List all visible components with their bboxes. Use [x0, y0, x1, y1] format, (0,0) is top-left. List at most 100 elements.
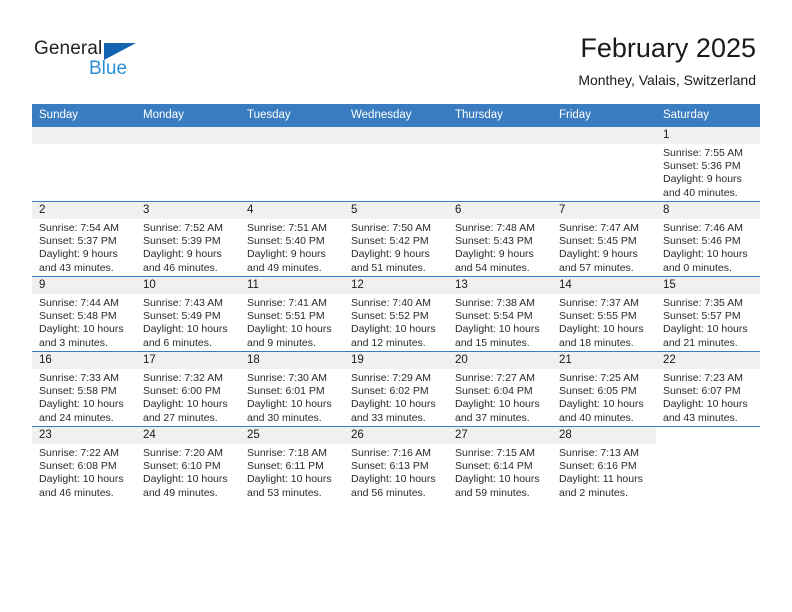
day-number: 13 — [448, 277, 552, 294]
calendar-week-row: 1 Sunrise: 7:55 AM Sunset: 5:36 PM Daylight… — [32, 127, 760, 202]
day-sunset-text: Sunset: 5:46 PM — [663, 235, 741, 248]
calendar-cell-empty — [344, 127, 448, 202]
day-sun-info: Sunrise: 7:38 AM Sunset: 5:54 PM Daylight:… — [448, 294, 552, 350]
calendar-week-row: 9 Sunrise: 7:44 AM Sunset: 5:48 PM Daylight… — [32, 276, 760, 352]
day-daylight-line-text: and 46 minutes. — [143, 261, 218, 274]
calendar-day-cell[interactable]: 21 Sunrise: 7:25 AM Sunset: 6:05 PM Dayligh… — [552, 351, 656, 427]
day-number: 23 — [32, 427, 136, 444]
day-sun-info: Sunrise: 7:55 AM Sunset: 5:36 PM Daylight:… — [656, 144, 760, 200]
calendar-day-cell[interactable]: 2 Sunrise: 7:54 AM Sunset: 5:37 PM Daylight… — [32, 201, 136, 277]
calendar-cell-empty — [136, 127, 240, 202]
day-number: 20 — [448, 352, 552, 369]
day-number: 19 — [344, 352, 448, 369]
day-number — [32, 127, 136, 144]
calendar-day-cell[interactable]: 17 Sunrise: 7:32 AM Sunset: 6:00 PM Dayligh… — [136, 351, 240, 427]
day-sun-info: Sunrise: 7:37 AM Sunset: 5:55 PM Daylight:… — [552, 294, 656, 350]
day-sunrise-text: Sunrise: 7:16 AM — [351, 447, 431, 459]
calendar-day-cell[interactable]: 4 Sunrise: 7:51 AM Sunset: 5:40 PM Daylight… — [240, 201, 344, 277]
day-sunrise-text: Sunrise: 7:35 AM — [663, 297, 743, 309]
calendar-day-cell[interactable]: 19 Sunrise: 7:29 AM Sunset: 6:02 PM Dayligh… — [344, 351, 448, 427]
calendar-cell-empty — [32, 127, 136, 202]
calendar-day-cell[interactable]: 9 Sunrise: 7:44 AM Sunset: 5:48 PM Daylight… — [32, 276, 136, 352]
day-number: 11 — [240, 277, 344, 294]
weekday-header-wednesday: Wednesday — [344, 104, 448, 127]
day-sunset-text: Sunset: 6:13 PM — [351, 460, 429, 473]
calendar-day-cell[interactable]: 11 Sunrise: 7:41 AM Sunset: 5:51 PM Dayligh… — [240, 276, 344, 352]
weekday-header-monday: Monday — [136, 104, 240, 127]
day-sunset-text: Sunset: 5:36 PM — [663, 160, 741, 173]
calendar-day-cell[interactable]: 14 Sunrise: 7:37 AM Sunset: 5:55 PM Dayligh… — [552, 276, 656, 352]
day-sun-info: Sunrise: 7:15 AM Sunset: 6:14 PM Daylight:… — [448, 444, 552, 500]
logo-text-blue: Blue — [89, 58, 128, 79]
calendar-day-cell[interactable]: 27 Sunrise: 7:15 AM Sunset: 6:14 PM Dayligh… — [448, 426, 552, 501]
day-daylight-line-text: and 51 minutes. — [351, 261, 426, 274]
day-number: 27 — [448, 427, 552, 444]
day-sunrise-text: Sunrise: 7:55 AM — [663, 147, 743, 159]
day-sun-info: Sunrise: 7:16 AM Sunset: 6:13 PM Daylight:… — [344, 444, 448, 500]
calendar-day-cell[interactable]: 10 Sunrise: 7:43 AM Sunset: 5:49 PM Dayligh… — [136, 276, 240, 352]
day-sunrise-text: Sunrise: 7:20 AM — [143, 447, 223, 459]
day-sunrise-text: Sunrise: 7:13 AM — [559, 447, 639, 459]
day-daylight-line-text: and 9 minutes. — [247, 336, 316, 349]
day-daylight-line-text: Daylight: 10 hours — [351, 398, 436, 411]
calendar-day-cell[interactable]: 1 Sunrise: 7:55 AM Sunset: 5:36 PM Daylight… — [656, 127, 760, 202]
calendar-day-cell[interactable]: 15 Sunrise: 7:35 AM Sunset: 5:57 PM Dayligh… — [656, 276, 760, 352]
calendar-day-cell[interactable]: 28 Sunrise: 7:13 AM Sunset: 6:16 PM Dayligh… — [552, 426, 656, 501]
day-sun-info: Sunrise: 7:13 AM Sunset: 6:16 PM Daylight:… — [552, 444, 656, 500]
day-sun-info: Sunrise: 7:23 AM Sunset: 6:07 PM Daylight:… — [656, 369, 760, 425]
calendar-day-cell[interactable]: 24 Sunrise: 7:20 AM Sunset: 6:10 PM Dayligh… — [136, 426, 240, 501]
day-daylight-line-text: Daylight: 9 hours — [143, 248, 222, 261]
calendar-day-cell[interactable]: 26 Sunrise: 7:16 AM Sunset: 6:13 PM Dayligh… — [344, 426, 448, 501]
day-sun-info: Sunrise: 7:32 AM Sunset: 6:00 PM Daylight:… — [136, 369, 240, 425]
day-sunrise-text: Sunrise: 7:48 AM — [455, 222, 535, 234]
day-number: 9 — [32, 277, 136, 294]
day-daylight-line-text: Daylight: 10 hours — [559, 398, 644, 411]
calendar-day-cell[interactable]: 6 Sunrise: 7:48 AM Sunset: 5:43 PM Daylight… — [448, 201, 552, 277]
day-daylight-line-text: Daylight: 10 hours — [143, 473, 228, 486]
day-sunrise-text: Sunrise: 7:51 AM — [247, 222, 327, 234]
day-sunrise-text: Sunrise: 7:54 AM — [39, 222, 119, 234]
calendar-day-cell[interactable]: 16 Sunrise: 7:33 AM Sunset: 5:58 PM Dayligh… — [32, 351, 136, 427]
day-sun-info: Sunrise: 7:46 AM Sunset: 5:46 PM Daylight:… — [656, 219, 760, 275]
day-daylight-line-text: and 43 minutes. — [39, 261, 114, 274]
day-number — [552, 127, 656, 144]
day-sun-info: Sunrise: 7:25 AM Sunset: 6:05 PM Daylight:… — [552, 369, 656, 425]
day-daylight-line-text: Daylight: 10 hours — [559, 323, 644, 336]
day-daylight-line-text: Daylight: 10 hours — [143, 323, 228, 336]
calendar-day-cell[interactable]: 3 Sunrise: 7:52 AM Sunset: 5:39 PM Daylight… — [136, 201, 240, 277]
day-sunset-text: Sunset: 5:43 PM — [455, 235, 533, 248]
day-sunrise-text: Sunrise: 7:23 AM — [663, 372, 743, 384]
day-number: 25 — [240, 427, 344, 444]
calendar-day-cell[interactable]: 25 Sunrise: 7:18 AM Sunset: 6:11 PM Dayligh… — [240, 426, 344, 501]
calendar-day-cell[interactable]: 12 Sunrise: 7:40 AM Sunset: 5:52 PM Dayligh… — [344, 276, 448, 352]
calendar-day-cell[interactable]: 5 Sunrise: 7:50 AM Sunset: 5:42 PM Daylight… — [344, 201, 448, 277]
day-sunset-text: Sunset: 6:08 PM — [39, 460, 117, 473]
day-number: 17 — [136, 352, 240, 369]
day-sunrise-text: Sunrise: 7:29 AM — [351, 372, 431, 384]
day-daylight-line-text: and 24 minutes. — [39, 411, 114, 424]
day-number — [136, 127, 240, 144]
day-daylight-line-text: and 0 minutes. — [663, 261, 732, 274]
calendar-day-cell[interactable]: 20 Sunrise: 7:27 AM Sunset: 6:04 PM Dayligh… — [448, 351, 552, 427]
day-number — [240, 127, 344, 144]
day-daylight-line-text: Daylight: 9 hours — [455, 248, 534, 261]
day-daylight-line-text: and 54 minutes. — [455, 261, 530, 274]
calendar-day-cell[interactable]: 23 Sunrise: 7:22 AM Sunset: 6:08 PM Dayligh… — [32, 426, 136, 501]
day-daylight-line-text: and 2 minutes. — [559, 486, 628, 499]
day-daylight-line-text: and 59 minutes. — [455, 486, 530, 499]
day-sunrise-text: Sunrise: 7:40 AM — [351, 297, 431, 309]
weekday-header-sunday: Sunday — [32, 104, 136, 127]
calendar-day-cell[interactable]: 18 Sunrise: 7:30 AM Sunset: 6:01 PM Dayligh… — [240, 351, 344, 427]
calendar-day-cell[interactable]: 13 Sunrise: 7:38 AM Sunset: 5:54 PM Dayligh… — [448, 276, 552, 352]
day-sun-info: Sunrise: 7:43 AM Sunset: 5:49 PM Daylight:… — [136, 294, 240, 350]
day-sun-info: Sunrise: 7:40 AM Sunset: 5:52 PM Daylight:… — [344, 294, 448, 350]
day-sunset-text: Sunset: 5:54 PM — [455, 310, 533, 323]
calendar-day-cell[interactable]: 8 Sunrise: 7:46 AM Sunset: 5:46 PM Daylight… — [656, 201, 760, 277]
day-sunrise-text: Sunrise: 7:32 AM — [143, 372, 223, 384]
calendar-day-cell[interactable]: 22 Sunrise: 7:23 AM Sunset: 6:07 PM Dayligh… — [656, 351, 760, 427]
general-blue-logo[interactable]: General Blue — [34, 38, 154, 86]
calendar-day-cell[interactable]: 7 Sunrise: 7:47 AM Sunset: 5:45 PM Daylight… — [552, 201, 656, 277]
day-number: 21 — [552, 352, 656, 369]
title-block: February 2025 Monthey, Valais, Switzerla… — [578, 32, 756, 90]
calendar-cell-empty — [656, 426, 760, 501]
